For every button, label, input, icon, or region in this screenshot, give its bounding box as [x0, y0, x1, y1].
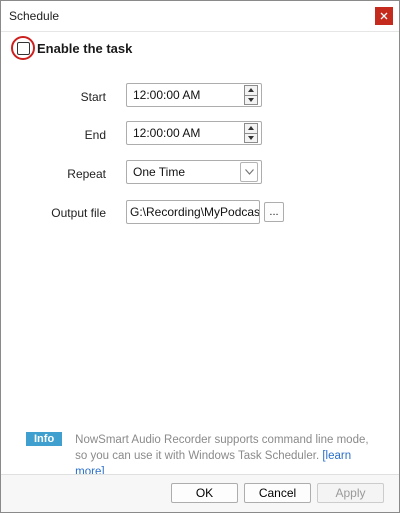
info-section: Info NowSmart Audio Recorder supports co… [26, 432, 376, 480]
close-icon [380, 12, 388, 20]
end-time-value: 12:00:00 AM [133, 126, 201, 140]
info-badge: Info [26, 432, 63, 446]
highlight-ring [11, 36, 35, 60]
ok-button[interactable]: OK [171, 483, 238, 503]
start-spinner [244, 85, 258, 105]
cancel-button[interactable]: Cancel [244, 483, 311, 503]
start-time-value: 12:00:00 AM [133, 88, 201, 102]
end-time-picker[interactable]: 12:00:00 AM [126, 121, 262, 145]
output-file-value: G:\Recording\MyPodcast.mp3 [130, 205, 259, 219]
arrow-down-icon [248, 135, 254, 140]
repeat-dropdown[interactable]: One Time [126, 160, 262, 184]
browse-button[interactable]: ... [264, 202, 284, 222]
chevron-down-icon [244, 169, 254, 175]
start-spin-up-button[interactable] [244, 85, 258, 96]
window-title: Schedule [9, 9, 60, 23]
output-file-label: Output file [51, 206, 106, 220]
start-time-picker[interactable]: 12:00:00 AM [126, 83, 262, 107]
end-spin-down-button[interactable] [244, 133, 258, 143]
enable-task-label[interactable]: Enable the task [37, 41, 132, 56]
title-bar: Schedule [1, 1, 399, 32]
end-spinner [244, 123, 258, 143]
start-label: Start [80, 90, 106, 104]
schedule-dialog: Schedule Enable the task Start 12:00:00 … [0, 0, 400, 513]
repeat-value: One Time [133, 165, 186, 179]
enable-task-checkbox[interactable] [16, 41, 30, 55]
output-file-input[interactable]: G:\Recording\MyPodcast.mp3 [126, 200, 260, 224]
repeat-dropdown-button[interactable] [240, 162, 258, 182]
end-spin-up-button[interactable] [244, 123, 258, 134]
arrow-down-icon [248, 97, 254, 102]
arrow-up-icon [248, 88, 254, 93]
apply-button[interactable]: Apply [317, 483, 384, 503]
arrow-up-icon [248, 126, 254, 131]
start-spin-down-button[interactable] [244, 95, 258, 105]
end-label: End [84, 128, 106, 142]
repeat-label: Repeat [67, 167, 106, 181]
enable-task-row: Enable the task [11, 36, 132, 60]
info-text-block: NowSmart Audio Recorder supports command… [75, 432, 376, 480]
close-button[interactable] [375, 7, 393, 25]
